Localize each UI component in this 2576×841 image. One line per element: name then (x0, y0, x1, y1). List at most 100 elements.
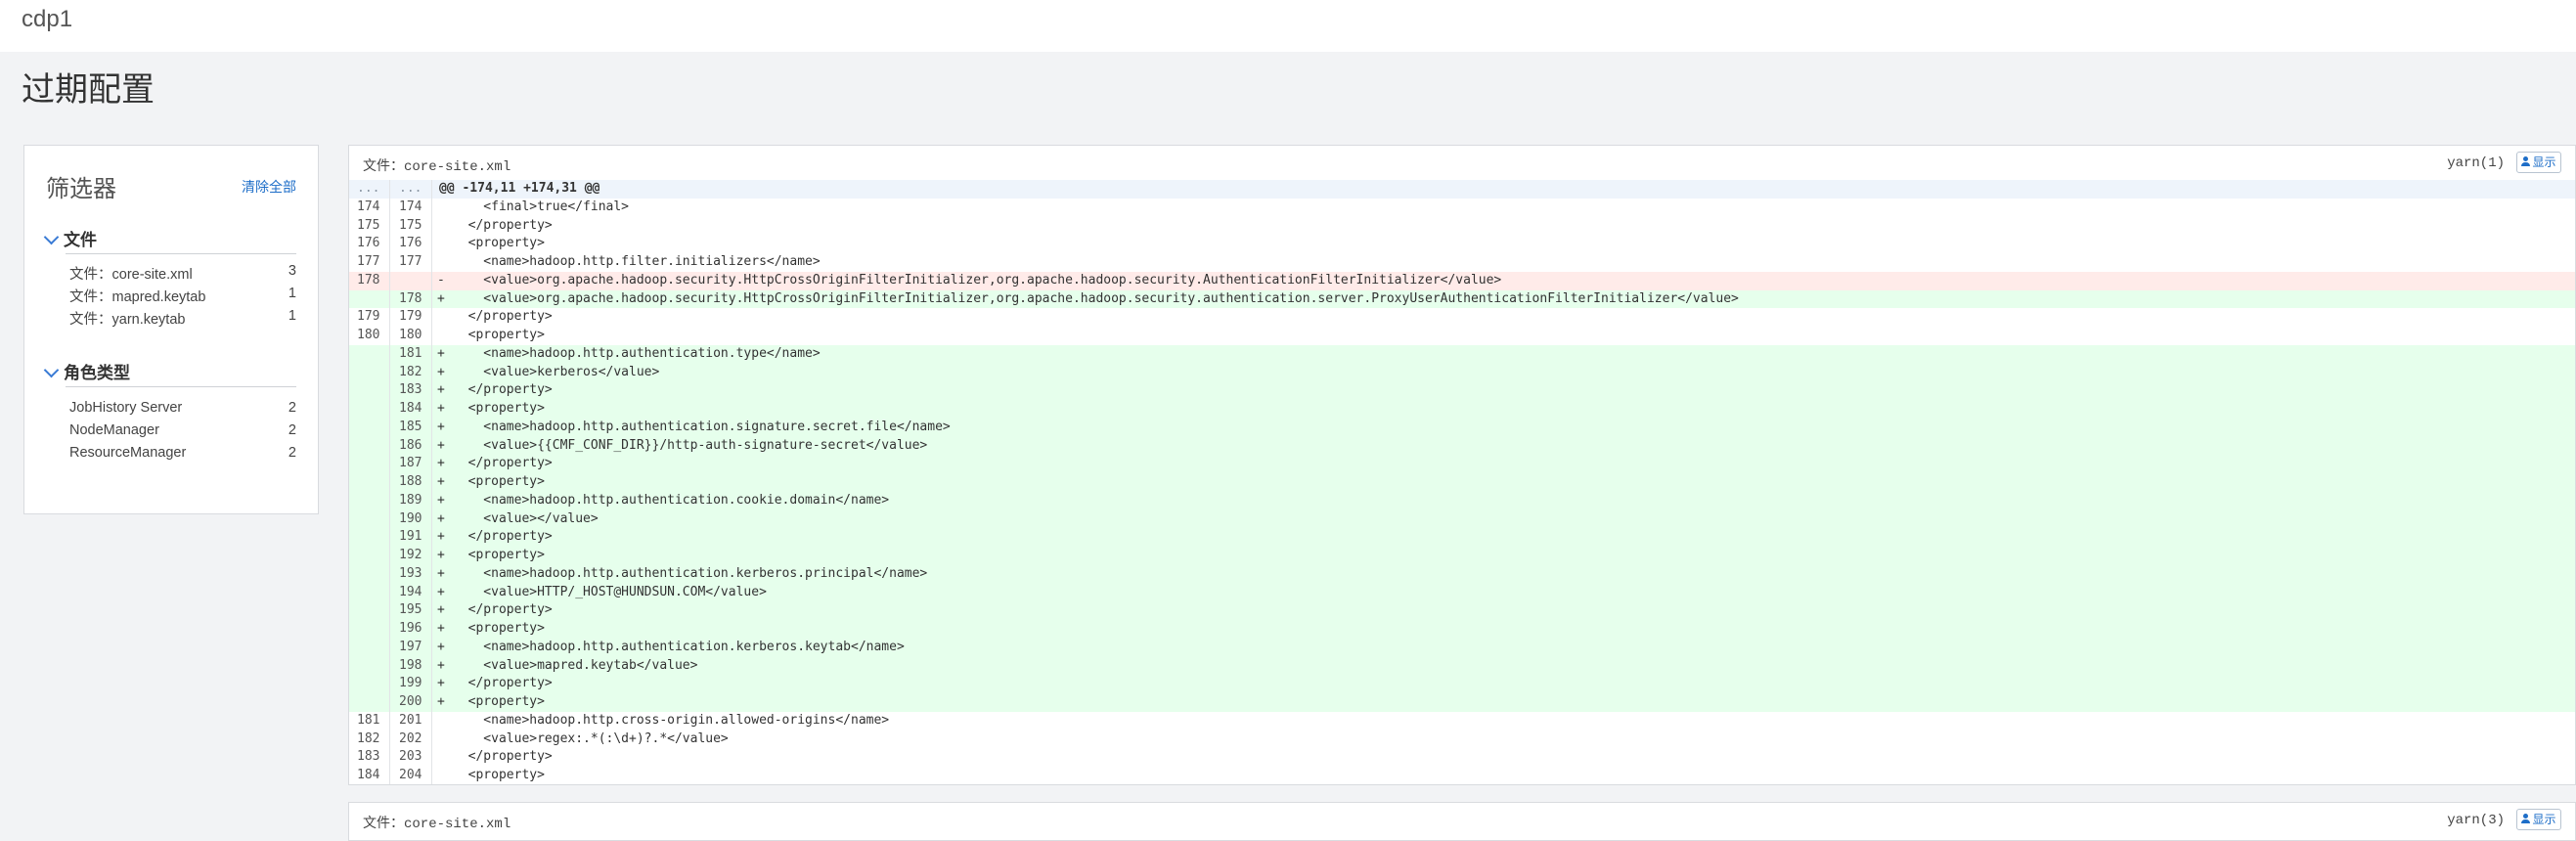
old-line-number (349, 675, 390, 693)
new-line-number: 180 (391, 327, 432, 345)
diff-line-added: 178 + <value>org.apache.hadoop.security.H… (349, 289, 2575, 309)
new-line-number: 201 (391, 711, 432, 730)
code-text: <name>hadoop.http.cross-origin.allowed-o… (453, 712, 890, 728)
code-text: <name>hadoop.http.authentication.signatu… (453, 419, 951, 434)
new-line-number: 198 (391, 656, 432, 676)
code-text: <name>hadoop.http.authentication.type</n… (453, 345, 821, 361)
filter-item-yarn-keytab[interactable]: 文件：yarn.keytab 1 (69, 308, 296, 330)
code-text: <property> (453, 694, 545, 709)
code-text: </property> (453, 676, 553, 691)
filter-item-resourcemanager[interactable]: ResourceManager 2 (69, 445, 296, 466)
section-files-header[interactable]: 文件 (43, 226, 97, 250)
new-line-number: 192 (391, 547, 432, 565)
new-line-number: 190 (391, 509, 432, 529)
new-line-number: 193 (391, 564, 432, 584)
user-icon (2521, 156, 2531, 166)
diff-marker: + (437, 565, 445, 581)
diff-hunk-header: ...... @@ -174,11 +174,31 @@ (349, 180, 2575, 199)
code-text: <property> (453, 474, 545, 489)
cluster-name[interactable]: cdp1 (22, 6, 72, 33)
section-label: 文件 (64, 231, 97, 249)
code-text: <value>regex:.*(:\d+)?.*</value> (453, 730, 729, 746)
diff-line: 184 204 <property> (349, 767, 2575, 784)
filter-item-count: 2 (288, 445, 296, 461)
diff-line-added: 186 + <value>{{CMF_CONF_DIR}}/http-auth-s… (349, 436, 2575, 456)
clear-all-link[interactable]: 清除全部 (242, 177, 296, 197)
diff-panel: 文件：core-site.xml yarn(3) 显示 (348, 802, 2576, 841)
code-text: <value>org.apache.hadoop.security.HttpCr… (453, 272, 1502, 288)
diff-line-added: 190 + <value></value> (349, 509, 2575, 529)
filter-item-label: 文件：core-site.xml (69, 267, 193, 283)
diff-marker: + (437, 602, 445, 618)
top-bar: cdp1 (0, 0, 2576, 52)
new-line-number (391, 271, 432, 290)
diff-marker: + (437, 456, 445, 471)
new-line-number: 186 (391, 436, 432, 456)
diff-marker: + (437, 621, 445, 636)
diff-line-added: 199 + </property> (349, 675, 2575, 693)
diff-marker: - (437, 272, 445, 288)
section-role-type-header[interactable]: 角色类型 (43, 359, 130, 383)
diff-marker: + (437, 639, 445, 654)
code-text: <value>kerberos</value> (453, 364, 660, 379)
filter-item-count: 1 (288, 286, 296, 301)
code-text: <property> (453, 401, 545, 416)
show-roles-button[interactable]: 显示 (2516, 809, 2561, 830)
diff-marker: + (437, 364, 445, 379)
diff-line: 175 175 </property> (349, 216, 2575, 236)
user-icon (2521, 814, 2531, 823)
new-line-number: 184 (391, 400, 432, 419)
old-line-number: 182 (349, 730, 390, 749)
old-line-number (349, 656, 390, 676)
diff-line-added: 192 + <property> (349, 547, 2575, 565)
filter-item-count: 1 (288, 308, 296, 324)
code-text: </property> (453, 382, 553, 398)
filter-item-core-site[interactable]: 文件：core-site.xml 3 (69, 263, 296, 285)
old-line-number (349, 509, 390, 529)
diff-marker: + (437, 584, 445, 599)
diff-file-label: 文件：core-site.xml (363, 817, 511, 832)
new-line-number: 202 (391, 730, 432, 749)
new-line-number: ... (391, 180, 432, 199)
new-line-number: 197 (391, 638, 432, 657)
diff-line-added: 183 + </property> (349, 381, 2575, 400)
diff-line-added: 194 + <value>HTTP/_HOST@HUNDSUN.COM</valu… (349, 583, 2575, 602)
filter-item-nodemanager[interactable]: NodeManager 2 (69, 422, 296, 444)
code-text: <value>org.apache.hadoop.security.HttpCr… (453, 290, 1739, 306)
old-line-number (349, 363, 390, 382)
filter-item-mapred-keytab[interactable]: 文件：mapred.keytab 1 (69, 286, 296, 307)
diff-line: 174 174 <final>true</final> (349, 198, 2575, 217)
diff-line: 182 202 <value>regex:.*(:\d+)?.*</value> (349, 730, 2575, 749)
diff-line-added: 188 + <property> (349, 473, 2575, 492)
diff-marker: + (437, 401, 445, 416)
old-line-number (349, 583, 390, 602)
new-line-number: 188 (391, 473, 432, 492)
code-text: <value>{{CMF_CONF_DIR}}/http-auth-signat… (453, 437, 928, 453)
filter-item-jobhistory-server[interactable]: JobHistory Server 2 (69, 400, 296, 421)
code-text: @@ -174,11 +174,31 @@ (439, 181, 600, 196)
new-line-number: 200 (391, 693, 432, 712)
old-line-number: 178 (349, 271, 390, 290)
new-line-number: 187 (391, 455, 432, 473)
old-line-number (349, 491, 390, 510)
diff-line-added: 196 + <property> (349, 620, 2575, 639)
new-line-number: 195 (391, 601, 432, 620)
new-line-number: 182 (391, 363, 432, 382)
diff-marker: + (437, 492, 445, 508)
code-text: <name>hadoop.http.authentication.kerbero… (453, 639, 905, 654)
filter-item-label: JobHistory Server (69, 400, 183, 416)
divider (66, 386, 296, 387)
diff-line-added: 197 + <name>hadoop.http.authentication.ke… (349, 638, 2575, 657)
show-roles-button[interactable]: 显示 (2516, 152, 2561, 173)
diff-body: ...... @@ -174,11 +174,31 @@ 174 174 <final… (349, 180, 2575, 784)
new-line-number: 199 (391, 675, 432, 693)
code-text: <name>hadoop.http.authentication.cookie.… (453, 492, 890, 508)
diff-line-added: 182 + <value>kerberos</value> (349, 363, 2575, 382)
filter-title: 筛选器 (46, 176, 116, 202)
diff-line-added: 191 + </property> (349, 528, 2575, 547)
diff-marker: + (437, 290, 445, 306)
code-text: <property> (453, 548, 545, 562)
code-text: <property> (453, 768, 545, 782)
old-line-number: ... (349, 180, 390, 199)
code-text: <value>HTTP/_HOST@HUNDSUN.COM</value> (453, 584, 767, 599)
